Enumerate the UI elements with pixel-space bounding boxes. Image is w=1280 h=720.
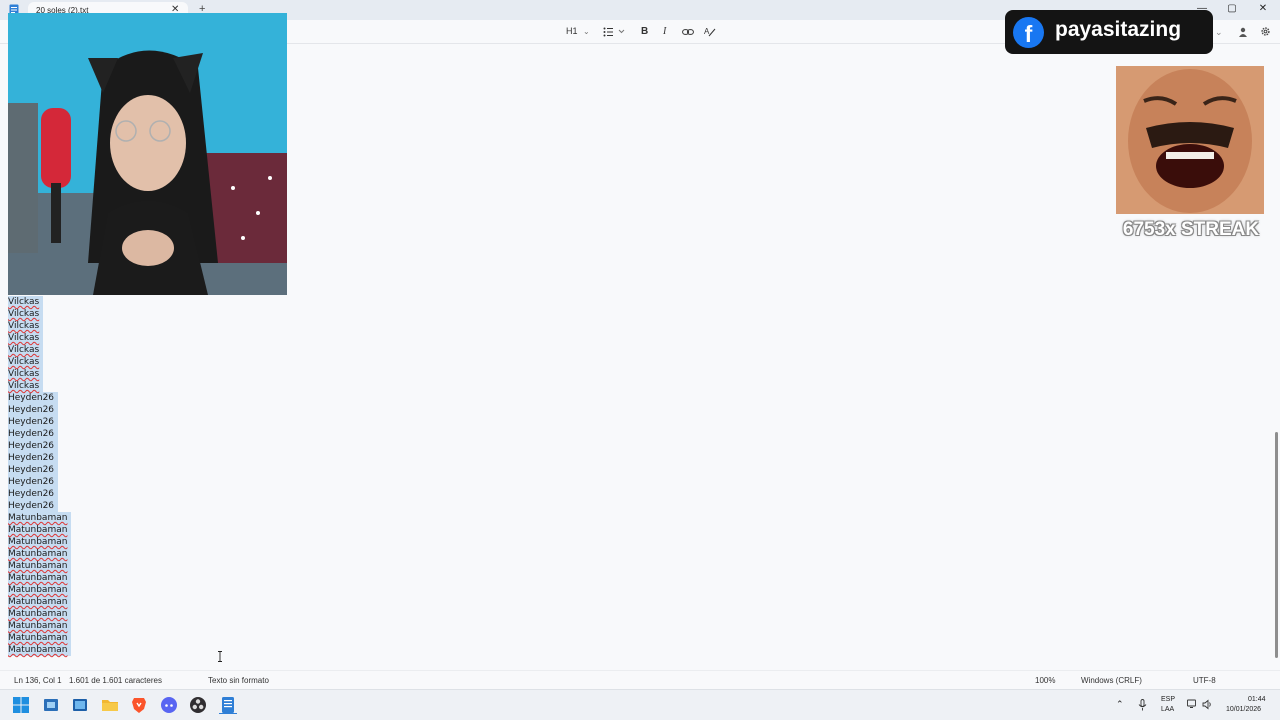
facebook-handle-badge: f payasitazing	[1005, 10, 1213, 54]
webcam-overlay	[8, 13, 287, 295]
editor-line[interactable]: Heyden26	[8, 452, 59, 464]
chevron-down-icon: ⌄	[583, 27, 590, 36]
discord-icon[interactable]	[160, 696, 178, 714]
svg-text:A: A	[704, 27, 710, 36]
editor-line[interactable]: Matunbaman	[8, 560, 72, 572]
streak-meme-image	[1116, 66, 1264, 214]
taskbar: ⌃ ESP LAA 01:44 10/01/2026	[0, 689, 1280, 720]
microphone-icon[interactable]	[1138, 699, 1147, 711]
editor-line[interactable]: Heyden26	[8, 440, 59, 452]
character-count: 1.601 de 1.601 caracteres	[69, 676, 162, 685]
brave-browser-icon[interactable]	[130, 696, 148, 714]
laughing-face-image	[1116, 66, 1264, 214]
editor-line[interactable]: Matunbaman	[8, 572, 72, 584]
network-icon[interactable]	[1187, 699, 1198, 710]
link-icon	[682, 29, 694, 35]
clock-time[interactable]: 01:44	[1248, 696, 1266, 703]
editor-line[interactable]: Vilckas	[8, 380, 44, 392]
input-language[interactable]: ESP	[1161, 696, 1175, 703]
encoding[interactable]: UTF-8	[1193, 676, 1216, 685]
status-bar: Ln 136, Col 1 1.601 de 1.601 caracteres …	[0, 670, 1280, 688]
close-window-button[interactable]: ✕	[1256, 3, 1270, 14]
list-dropdown[interactable]	[603, 27, 625, 37]
task-view-icon[interactable]	[42, 696, 60, 714]
editor-line[interactable]: Matunbaman	[8, 584, 72, 596]
widgets-icon[interactable]	[71, 696, 89, 714]
cursor-position: Ln 136, Col 1	[14, 676, 62, 685]
editor-line[interactable]: Heyden26	[8, 416, 59, 428]
clear-format-icon: A	[704, 27, 716, 37]
editor-lines[interactable]: Vilckas Vilckas Vilckas Vilckas Vilckas Vilck…	[8, 296, 72, 656]
account-icon	[1239, 27, 1247, 37]
file-explorer-icon[interactable]	[101, 696, 119, 714]
editor-line[interactable]: Heyden26	[8, 476, 59, 488]
italic-button[interactable]: I	[663, 26, 666, 37]
editor-line[interactable]: Heyden26	[8, 392, 59, 404]
editor-line[interactable]: Matunbaman	[8, 632, 72, 644]
editor-line[interactable]: Matunbaman	[8, 620, 72, 632]
obs-icon[interactable]	[189, 696, 207, 714]
editor-line[interactable]: Matunbaman	[8, 548, 72, 560]
facebook-handle-text: payasitazing	[1055, 18, 1182, 41]
screen: 20 soles (2).txt ✕ + — ▢ ✕ H1 ⌄ B I A ⌄ …	[0, 0, 1280, 720]
editor-line[interactable]: Vilckas	[8, 332, 44, 344]
editor-line[interactable]: Matunbaman	[8, 608, 72, 620]
editor-line[interactable]: Vilckas	[8, 344, 44, 356]
editor-line[interactable]: Vilckas	[8, 356, 44, 368]
editor-line[interactable]: Vilckas	[8, 368, 44, 380]
bold-button[interactable]: B	[641, 26, 648, 37]
zoom-level[interactable]: 100%	[1035, 676, 1055, 685]
editor-line[interactable]: Matunbaman	[8, 536, 72, 548]
editor-line[interactable]: Heyden26	[8, 500, 59, 512]
clock-date[interactable]: 10/01/2026	[1226, 706, 1261, 713]
heading-dropdown[interactable]: H1 ⌄	[566, 26, 590, 36]
webcam-streamer-image	[8, 13, 287, 295]
editor-line[interactable]: Matunbaman	[8, 524, 72, 536]
vertical-scrollbar[interactable]	[1275, 432, 1278, 658]
editor-line[interactable]: Vilckas	[8, 320, 44, 332]
editor-line[interactable]: Matunbaman	[8, 512, 72, 524]
editor-line[interactable]: Heyden26	[8, 464, 59, 476]
maximize-button[interactable]: ▢	[1225, 3, 1239, 14]
editor-line[interactable]: Heyden26	[8, 488, 59, 500]
editor-line[interactable]: Matunbaman	[8, 644, 72, 656]
editor-line[interactable]: Heyden26	[8, 428, 59, 440]
chevron-down-icon[interactable]: ⌄	[1215, 27, 1223, 38]
keyboard-layout[interactable]: LAA	[1161, 706, 1174, 713]
notepad-taskbar-icon[interactable]	[219, 696, 237, 714]
editor-line[interactable]: Vilckas	[8, 296, 44, 308]
link-button[interactable]	[682, 27, 694, 37]
streak-counter: 6753x STREAK	[1122, 219, 1260, 240]
settings-button[interactable]	[1260, 26, 1271, 37]
windows-start-icon[interactable]	[12, 696, 30, 714]
show-hidden-icons-chevron-icon[interactable]: ⌃	[1116, 699, 1124, 710]
line-ending[interactable]: Windows (CRLF)	[1081, 676, 1142, 685]
settings-icon	[1261, 27, 1270, 36]
volume-icon[interactable]	[1202, 699, 1213, 710]
editor-line[interactable]: Heyden26	[8, 404, 59, 416]
text-format[interactable]: Texto sin formato	[208, 676, 269, 685]
ibeam-cursor-icon	[218, 651, 222, 662]
clear-format-button[interactable]: A	[704, 26, 716, 37]
heading-label: H1	[566, 26, 578, 36]
list-icon	[603, 27, 625, 37]
editor-line[interactable]: Vilckas	[8, 308, 44, 320]
editor-line[interactable]: Matunbaman	[8, 596, 72, 608]
account-button[interactable]	[1238, 27, 1248, 37]
facebook-icon: f	[1013, 17, 1044, 48]
